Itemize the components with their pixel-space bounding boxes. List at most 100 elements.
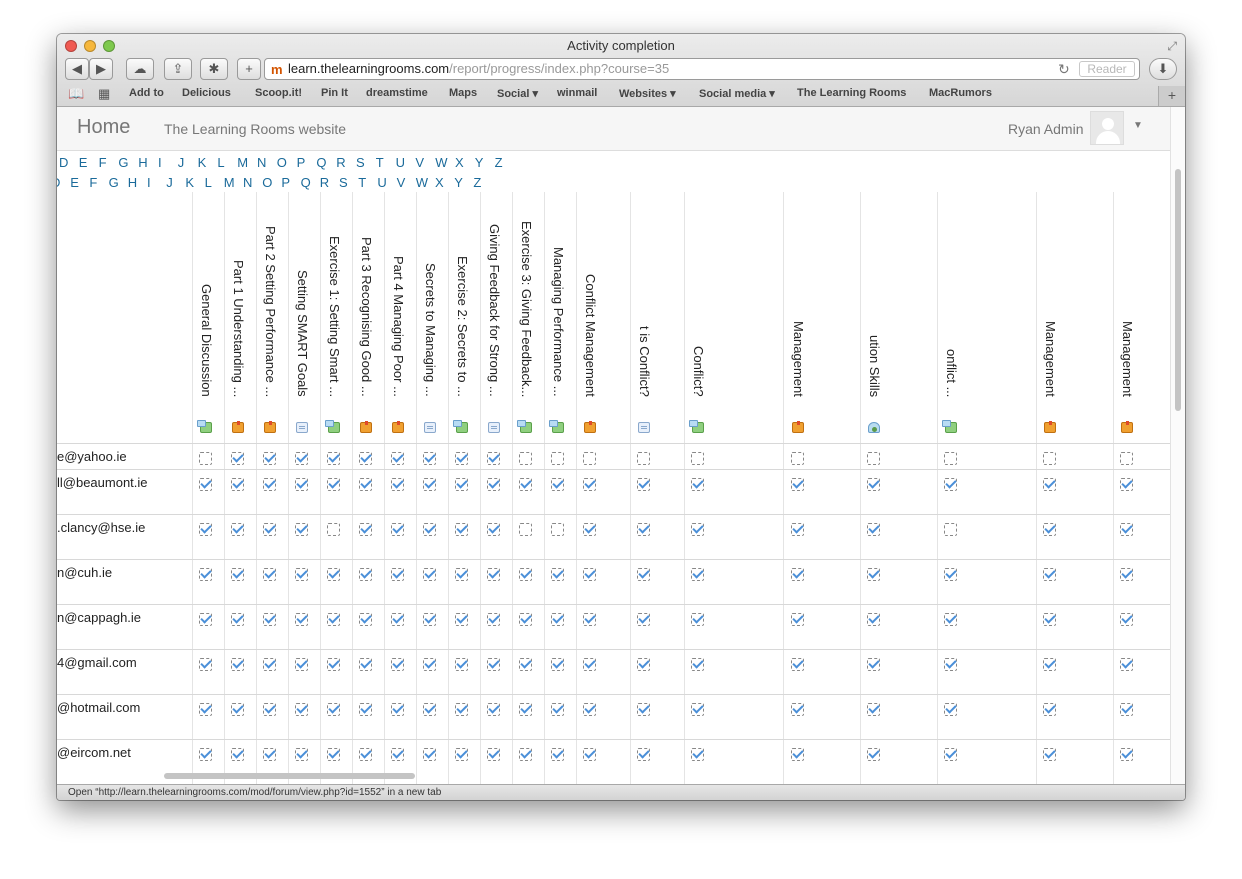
completion-checked-icon[interactable] bbox=[1043, 523, 1056, 536]
lastname-filter-r[interactable]: R bbox=[320, 175, 329, 190]
completion-checked-icon[interactable] bbox=[791, 748, 804, 761]
completion-checked-icon[interactable] bbox=[551, 703, 564, 716]
completion-checked-icon[interactable] bbox=[583, 478, 596, 491]
completion-checked-icon[interactable] bbox=[691, 748, 704, 761]
activity-header-10[interactable]: Giving Feedback for Strong ... bbox=[484, 199, 502, 397]
completion-checked-icon[interactable] bbox=[327, 658, 340, 671]
completion-checked-icon[interactable] bbox=[1120, 613, 1133, 626]
completion-checked-icon[interactable] bbox=[1120, 478, 1133, 491]
completion-checked-icon[interactable] bbox=[1043, 658, 1056, 671]
completion-checked-icon[interactable] bbox=[263, 478, 276, 491]
completion-checked-icon[interactable] bbox=[295, 478, 308, 491]
completion-checked-icon[interactable] bbox=[867, 568, 880, 581]
completion-checked-icon[interactable] bbox=[1043, 748, 1056, 761]
completion-unchecked-icon[interactable] bbox=[944, 452, 957, 465]
completion-checked-icon[interactable] bbox=[1120, 568, 1133, 581]
completion-unchecked-icon[interactable] bbox=[551, 452, 564, 465]
completion-checked-icon[interactable] bbox=[487, 658, 500, 671]
completion-checked-icon[interactable] bbox=[391, 658, 404, 671]
firstname-filter-m[interactable]: M bbox=[237, 155, 248, 170]
activity-header-7[interactable]: Part 4 Managing Poor ... bbox=[388, 199, 406, 397]
completion-checked-icon[interactable] bbox=[263, 703, 276, 716]
completion-unchecked-icon[interactable] bbox=[199, 452, 212, 465]
completion-checked-icon[interactable] bbox=[519, 568, 532, 581]
completion-checked-icon[interactable] bbox=[637, 658, 650, 671]
chat-icon[interactable] bbox=[868, 422, 880, 433]
forward-button[interactable]: ▶ bbox=[89, 58, 113, 80]
completion-checked-icon[interactable] bbox=[944, 703, 957, 716]
resource-box-icon[interactable] bbox=[360, 421, 372, 433]
lastname-filter-z[interactable]: Z bbox=[473, 175, 481, 190]
completion-checked-icon[interactable] bbox=[391, 452, 404, 465]
completion-checked-icon[interactable] bbox=[1043, 478, 1056, 491]
completion-checked-icon[interactable] bbox=[519, 748, 532, 761]
completion-checked-icon[interactable] bbox=[455, 523, 468, 536]
lastname-filter-x[interactable]: X bbox=[435, 175, 444, 190]
add-tab-icon[interactable]: + bbox=[1158, 86, 1185, 106]
participant-email[interactable]: e@yahoo.ie bbox=[57, 449, 127, 464]
resource-box-icon[interactable] bbox=[1121, 421, 1133, 433]
completion-checked-icon[interactable] bbox=[691, 523, 704, 536]
completion-checked-icon[interactable] bbox=[791, 478, 804, 491]
completion-checked-icon[interactable] bbox=[551, 478, 564, 491]
completion-checked-icon[interactable] bbox=[295, 523, 308, 536]
completion-checked-icon[interactable] bbox=[391, 478, 404, 491]
completion-checked-icon[interactable] bbox=[423, 703, 436, 716]
completion-checked-icon[interactable] bbox=[359, 523, 372, 536]
completion-checked-icon[interactable] bbox=[791, 568, 804, 581]
completion-checked-icon[interactable] bbox=[551, 748, 564, 761]
completion-checked-icon[interactable] bbox=[487, 613, 500, 626]
completion-unchecked-icon[interactable] bbox=[867, 452, 880, 465]
completion-checked-icon[interactable] bbox=[423, 658, 436, 671]
participant-email[interactable]: n@cappagh.ie bbox=[57, 610, 141, 625]
lastname-filter-i[interactable]: I bbox=[147, 175, 151, 190]
completion-checked-icon[interactable] bbox=[199, 523, 212, 536]
firstname-filter-i[interactable]: I bbox=[158, 155, 162, 170]
activity-header-12[interactable]: Managing Performance ... bbox=[548, 199, 566, 397]
completion-checked-icon[interactable] bbox=[295, 568, 308, 581]
reload-icon[interactable]: ↻ bbox=[1058, 59, 1070, 79]
completion-checked-icon[interactable] bbox=[791, 523, 804, 536]
completion-unchecked-icon[interactable] bbox=[519, 523, 532, 536]
completion-unchecked-icon[interactable] bbox=[551, 523, 564, 536]
bookmark-social-menu[interactable]: Social ▾ bbox=[497, 87, 538, 100]
completion-checked-icon[interactable] bbox=[359, 452, 372, 465]
firstname-filter-o[interactable]: O bbox=[277, 155, 287, 170]
extension-bug-button[interactable]: ✱ bbox=[200, 58, 228, 80]
completion-checked-icon[interactable] bbox=[391, 748, 404, 761]
completion-checked-icon[interactable] bbox=[551, 613, 564, 626]
completion-checked-icon[interactable] bbox=[391, 523, 404, 536]
completion-checked-icon[interactable] bbox=[867, 613, 880, 626]
participant-email[interactable]: n@cuh.ie bbox=[57, 565, 112, 580]
horizontal-scrollbar-thumb[interactable] bbox=[164, 773, 415, 779]
back-button[interactable]: ◀ bbox=[65, 58, 89, 80]
resource-box-icon[interactable] bbox=[584, 421, 596, 433]
completion-checked-icon[interactable] bbox=[327, 613, 340, 626]
completion-checked-icon[interactable] bbox=[231, 658, 244, 671]
home-link[interactable]: Home bbox=[77, 116, 130, 139]
completion-unchecked-icon[interactable] bbox=[327, 523, 340, 536]
completion-checked-icon[interactable] bbox=[487, 748, 500, 761]
participant-email[interactable]: 4@gmail.com bbox=[57, 655, 137, 670]
activity-header-18[interactable]: onflict ... bbox=[941, 199, 959, 397]
activity-header-19[interactable]: Management bbox=[1040, 199, 1058, 397]
bookmark-winmail[interactable]: winmail bbox=[557, 87, 597, 99]
bookmark-the-learning-rooms[interactable]: The Learning Rooms bbox=[797, 87, 906, 99]
completion-checked-icon[interactable] bbox=[1120, 658, 1133, 671]
lastname-filter-u[interactable]: U bbox=[377, 175, 386, 190]
activity-header-9[interactable]: Exercise 2: Secrets to ... bbox=[452, 199, 470, 397]
completion-checked-icon[interactable] bbox=[1043, 613, 1056, 626]
forum-icon[interactable] bbox=[453, 420, 468, 433]
bookmark-pinit[interactable]: Pin It bbox=[321, 87, 348, 99]
bookmark-scoopit[interactable]: Scoop.it! bbox=[255, 87, 302, 99]
completion-checked-icon[interactable] bbox=[867, 523, 880, 536]
completion-checked-icon[interactable] bbox=[791, 703, 804, 716]
lastname-filter-o[interactable]: O bbox=[262, 175, 272, 190]
chevron-down-icon[interactable]: ▼ bbox=[1133, 120, 1143, 131]
activity-header-5[interactable]: Exercise 1: Setting Smart ... bbox=[324, 199, 342, 397]
resource-box-icon[interactable] bbox=[392, 421, 404, 433]
completion-checked-icon[interactable] bbox=[359, 613, 372, 626]
completion-checked-icon[interactable] bbox=[295, 452, 308, 465]
completion-checked-icon[interactable] bbox=[583, 658, 596, 671]
completion-checked-icon[interactable] bbox=[263, 452, 276, 465]
